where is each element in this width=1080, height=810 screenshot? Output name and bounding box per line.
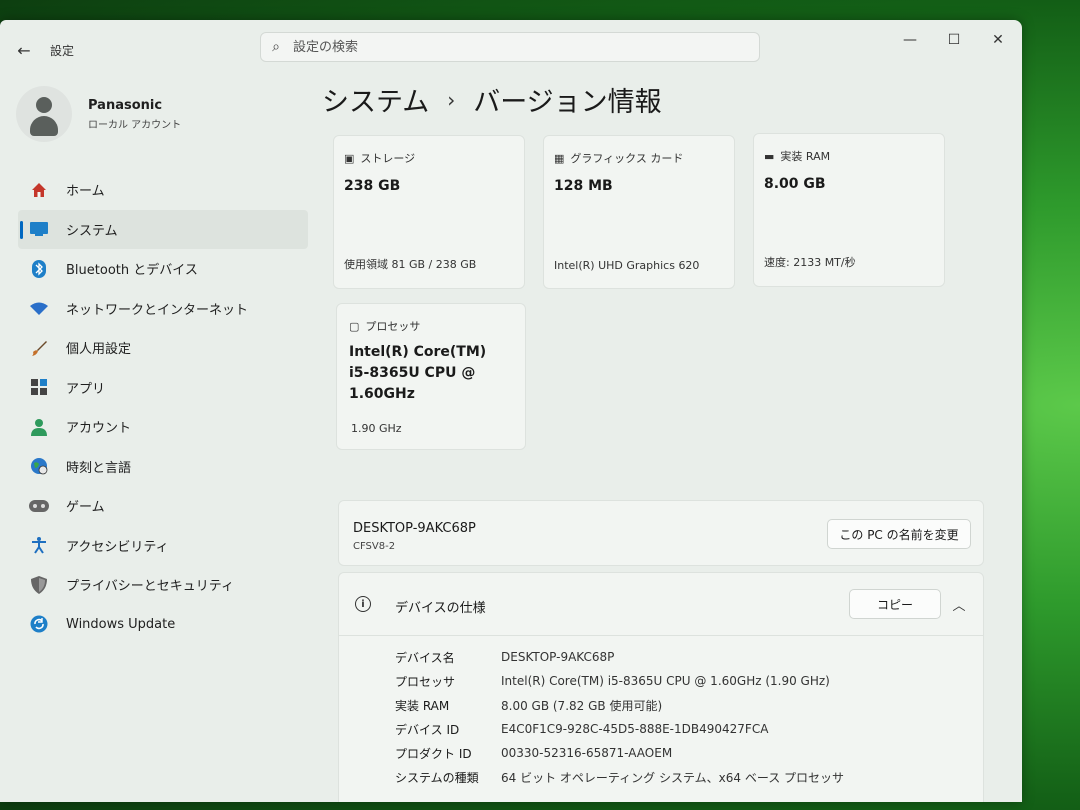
- sidebar-item-network[interactable]: ネットワークとインターネット: [18, 289, 308, 329]
- sidebar-item-system[interactable]: システム: [18, 209, 308, 249]
- sidebar-item-privacy[interactable]: プライバシーとセキュリティ: [18, 565, 308, 605]
- sidebar-item-windows-update[interactable]: Windows Update: [18, 605, 308, 645]
- wifi-icon: [28, 297, 50, 319]
- app-title: 設定: [50, 44, 75, 58]
- sidebar-item-bluetooth[interactable]: Bluetooth とデバイス: [18, 249, 308, 289]
- account-type: ローカル アカウント: [88, 119, 182, 131]
- sidebar-nav: ホーム システム Bluetooth とデバイス ネットワークとインターネット …: [18, 170, 308, 644]
- device-specs-section: i デバイスの仕様 コピー ︿ デバイス名 DESKTOP-9AKC68P プロ…: [338, 572, 984, 802]
- processor-card[interactable]: ▢ プロセッサ Intel(R) Core(TM) i5-8365U CPU @…: [336, 303, 526, 450]
- search-box[interactable]: ⌕: [260, 32, 760, 62]
- page-title: システム › バージョン情報: [322, 80, 662, 119]
- account-icon: [28, 416, 50, 438]
- graphics-label: グラフィックス カード: [570, 152, 684, 165]
- breadcrumb-parent[interactable]: システム: [322, 80, 429, 119]
- graphics-model: Intel(R) UHD Graphics 620: [554, 259, 700, 272]
- rename-pc-button[interactable]: この PC の名前を変更: [827, 519, 971, 549]
- graphics-card-icon: ▦: [554, 151, 565, 165]
- processor-icon: ▢: [349, 319, 360, 333]
- spec-row-device-name: デバイス名 DESKTOP-9AKC68P: [395, 650, 615, 665]
- update-icon: [28, 613, 50, 635]
- back-button[interactable]: ←: [10, 38, 38, 62]
- ram-icon: ▬: [764, 149, 775, 163]
- globe-icon: [28, 455, 50, 477]
- sidebar-item-accounts[interactable]: アカウント: [18, 407, 308, 447]
- breadcrumb-separator: ›: [447, 87, 456, 112]
- title-bar: ← 設定 ⌕ — ☐ ✕: [0, 20, 1022, 76]
- storage-label: ストレージ: [360, 152, 416, 165]
- apps-icon: [28, 376, 50, 398]
- processor-value: Intel(R) Core(TM) i5-8365U CPU @ 1.60GHz: [349, 344, 487, 402]
- spec-row-device-id: デバイス ID E4C0F1C9-928C-45D5-888E-1DB49042…: [395, 722, 769, 737]
- ram-card[interactable]: ▬ 実装 RAM 8.00 GB 速度: 2133 MT/秒: [753, 133, 945, 287]
- ram-label: 実装 RAM: [780, 150, 831, 163]
- avatar: [16, 86, 72, 142]
- spec-row-ram: 実装 RAM 8.00 GB (7.82 GB 使用可能): [395, 698, 663, 713]
- graphics-card[interactable]: ▦ グラフィックス カード 128 MB Intel(R) UHD Graphi…: [543, 135, 735, 289]
- spec-row-processor: プロセッサ Intel(R) Core(TM) i5-8365U CPU @ 1…: [395, 674, 830, 689]
- system-icon: [28, 218, 50, 240]
- minimize-button[interactable]: —: [888, 26, 932, 54]
- ram-value: 8.00 GB: [764, 176, 826, 192]
- sidebar-item-time-language[interactable]: 時刻と言語: [18, 447, 308, 487]
- sidebar-item-personalization[interactable]: 個人用設定: [18, 328, 308, 368]
- search-input[interactable]: [291, 38, 735, 56]
- processor-label: プロセッサ: [365, 320, 421, 333]
- copy-button[interactable]: コピー: [849, 589, 941, 619]
- home-icon: [28, 179, 50, 201]
- maximize-button[interactable]: ☐: [932, 26, 976, 54]
- shield-icon: [28, 574, 50, 596]
- search-icon: ⌕: [272, 39, 280, 55]
- breadcrumb-current: バージョン情報: [473, 87, 662, 118]
- bluetooth-icon: [28, 258, 50, 280]
- spec-row-product-id: プロダクト ID 00330-52316-65871-AAOEM: [395, 746, 673, 761]
- sidebar-item-home[interactable]: ホーム: [18, 170, 308, 210]
- info-icon: i: [355, 596, 371, 612]
- pc-name-row: DESKTOP-9AKC68P CFSV8-2 この PC の名前を変更: [338, 500, 984, 566]
- device-specs-header[interactable]: i デバイスの仕様 コピー ︿: [339, 573, 983, 636]
- processor-speed: 1.90 GHz: [351, 422, 402, 435]
- brush-icon: [28, 337, 50, 359]
- user-profile[interactable]: Panasonic ローカル アカウント: [16, 82, 181, 146]
- storage-usage: 使用領域 81 GB / 238 GB: [344, 258, 477, 271]
- user-name: Panasonic: [88, 97, 163, 113]
- device-specs-title: デバイスの仕様: [395, 601, 486, 616]
- storage-icon: ▣: [344, 151, 355, 165]
- sidebar-item-apps[interactable]: アプリ: [18, 368, 308, 408]
- spec-rows: デバイス名 DESKTOP-9AKC68P プロセッサ Intel(R) Cor…: [395, 645, 844, 789]
- sidebar-item-gaming[interactable]: ゲーム: [18, 486, 308, 526]
- gamepad-icon: [28, 495, 50, 517]
- ram-speed: 速度: 2133 MT/秒: [764, 256, 856, 269]
- spec-row-system-type: システムの種類 64 ビット オペレーティング システム、x64 ベース プロセ…: [395, 770, 845, 785]
- storage-value: 238 GB: [344, 178, 401, 194]
- accessibility-icon: [28, 534, 50, 556]
- storage-card[interactable]: ▣ ストレージ 238 GB 使用領域 81 GB / 238 GB: [333, 135, 525, 289]
- sidebar-item-accessibility[interactable]: アクセシビリティ: [18, 526, 308, 566]
- pc-name: DESKTOP-9AKC68P: [353, 521, 476, 536]
- chevron-up-icon[interactable]: ︿: [947, 593, 971, 615]
- settings-window: ← 設定 ⌕ — ☐ ✕ Panasonic ローカル アカウント ホーム シス…: [0, 20, 1022, 802]
- close-button[interactable]: ✕: [976, 26, 1020, 54]
- graphics-value: 128 MB: [554, 178, 613, 194]
- pc-model: CFSV8-2: [353, 541, 396, 552]
